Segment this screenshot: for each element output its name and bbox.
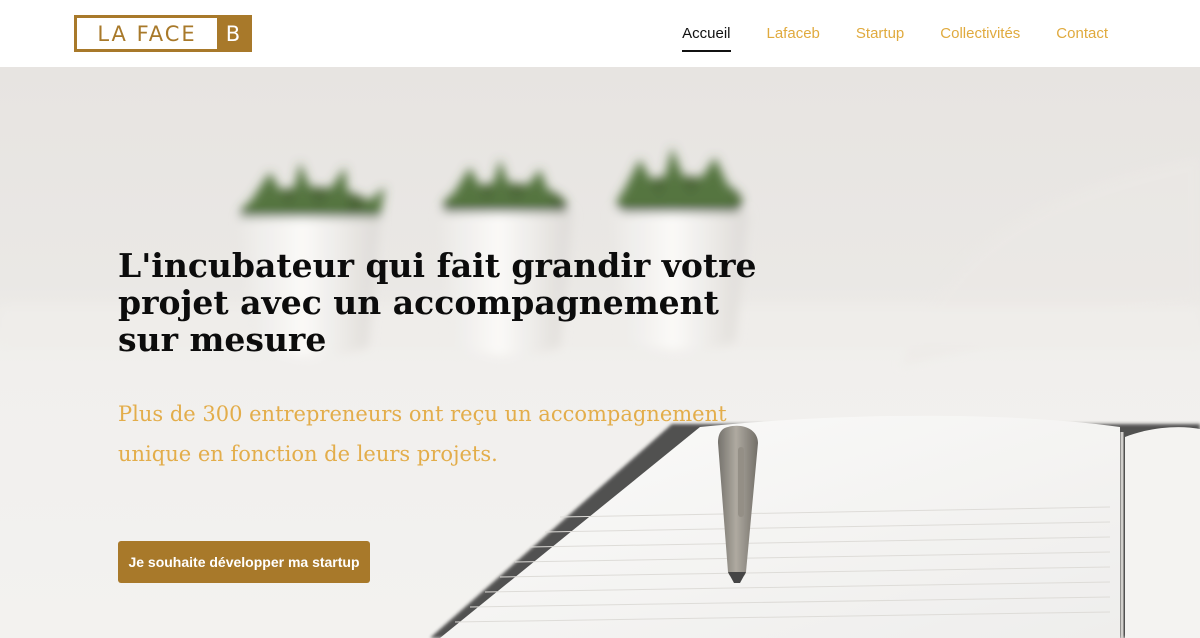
nav-item-accueil[interactable]: Accueil — [682, 19, 731, 52]
nav-item-contact[interactable]: Contact — [1056, 19, 1108, 48]
hero-section: L'incubateur qui fait grandir votre proj… — [0, 67, 1200, 638]
nav-item-startup[interactable]: Startup — [856, 19, 904, 48]
nav-item-lafaceb[interactable]: Lafaceb — [767, 19, 820, 48]
develop-startup-button[interactable]: Je souhaite développer ma startup — [118, 541, 370, 583]
hero-subtitle: Plus de 300 entrepreneurs ont reçu un ac… — [118, 402, 727, 466]
logo[interactable]: LA FACE B — [74, 15, 252, 52]
logo-letter: B — [217, 18, 249, 49]
nav-item-collectivites[interactable]: Collectivités — [940, 19, 1020, 48]
site-header: LA FACE B Accueil Lafaceb Startup Collec… — [0, 0, 1200, 67]
main-nav: Accueil Lafaceb Startup Collectivités Co… — [682, 0, 1108, 67]
logo-text: LA FACE — [97, 21, 197, 46]
hero-title: L'incubateur qui fait grandir votre proj… — [118, 246, 757, 359]
